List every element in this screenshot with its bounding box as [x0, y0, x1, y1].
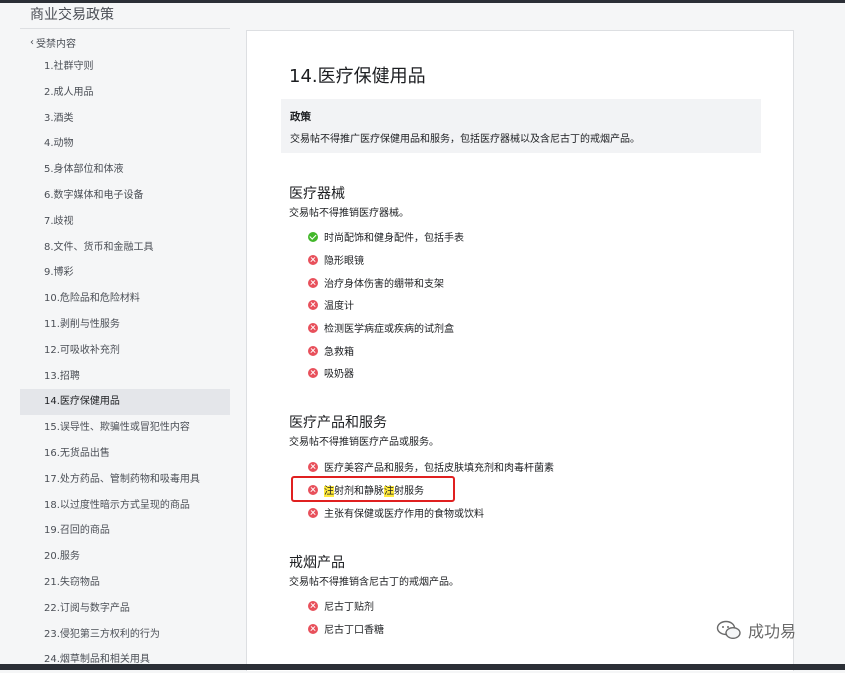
page-header-title: 商业交易政策 — [30, 7, 114, 23]
sidebar-item[interactable]: 15.误导性、欺骗性或冒犯性内容 — [20, 415, 230, 441]
watermark: 成功易 — [716, 618, 796, 642]
x-circle-icon — [308, 600, 318, 611]
policy-text: 交易帖不得推广医疗保健用品和服务，包括医疗器械以及含尼古丁的戒烟产品。 — [290, 134, 640, 145]
sidebar: ‹ 受禁内容 1.社群守则 2.成人用品 3.酒类 4.动物 5.身体部位和体液… — [20, 30, 230, 673]
section-desc: 交易帖不得推销医疗产品或服务。 — [289, 437, 439, 448]
sidebar-item[interactable]: 17.处方药品、管制药物和吸毒用具 — [20, 467, 230, 493]
list-item: 急救箱 — [308, 343, 354, 358]
section-title-medical-devices: 医疗器械 — [289, 186, 345, 202]
list-item: 尼古丁贴剂 — [308, 598, 374, 613]
search-highlight: 注 — [324, 486, 334, 497]
x-circle-icon — [308, 277, 318, 288]
sidebar-item[interactable]: 9.博彩 — [20, 260, 230, 286]
x-circle-icon — [308, 484, 318, 495]
x-circle-icon — [308, 367, 318, 378]
sidebar-item[interactable]: 10.危险品和危险材料 — [20, 286, 230, 312]
sidebar-back-label: 受禁内容 — [36, 38, 76, 50]
policy-label: 政策 — [290, 111, 311, 123]
sidebar-item[interactable]: 5.身体部位和体液 — [20, 157, 230, 183]
x-circle-icon — [308, 254, 318, 265]
list-item: 吸奶器 — [308, 365, 354, 380]
wechat-icon — [716, 620, 741, 640]
sidebar-item[interactable]: 12.可吸收补充剂 — [20, 338, 230, 364]
x-circle-icon — [308, 299, 318, 310]
list-item: 温度计 — [308, 297, 354, 312]
sidebar-item[interactable]: 18.以过度性暗示方式呈现的商品 — [20, 493, 230, 519]
list-item: 检测医学病症或疾病的试剂盒 — [308, 320, 454, 335]
sidebar-item[interactable]: 22.订阅与数字产品 — [20, 596, 230, 622]
search-highlight: 注 — [384, 486, 394, 497]
list-item: 隐形眼镜 — [308, 252, 364, 267]
bottom-window-bar — [0, 664, 845, 670]
top-window-bar — [0, 0, 845, 3]
sidebar-item[interactable]: 21.失窃物品 — [20, 570, 230, 596]
list-item: 医疗美容产品和服务，包括皮肤填充剂和肉毒杆菌素 — [308, 459, 554, 474]
section-desc: 交易帖不得推销医疗器械。 — [289, 208, 409, 219]
list-item: 主张有保健或医疗作用的食物或饮料 — [308, 505, 484, 520]
sidebar-back-link[interactable]: ‹ 受禁内容 — [20, 30, 230, 54]
sidebar-item[interactable]: 7.歧视 — [20, 209, 230, 235]
list-item: 尼古丁口香糖 — [308, 621, 384, 636]
section-title-medical-services: 医疗产品和服务 — [289, 415, 387, 431]
sidebar-item[interactable]: 13.招聘 — [20, 364, 230, 390]
section-title-smoking-cessation: 戒烟产品 — [289, 555, 345, 571]
page-title: 14.医疗保健用品 — [289, 66, 426, 87]
list-item: 时尚配饰和健身配件，包括手表 — [308, 229, 464, 244]
sidebar-item[interactable]: 4.动物 — [20, 131, 230, 157]
watermark-text: 成功易 — [748, 622, 797, 641]
sidebar-item[interactable]: 2.成人用品 — [20, 80, 230, 106]
list-item: 治疗身体伤害的绷带和支架 — [308, 275, 444, 290]
list-item-highlighted: 注射剂和静脉注射服务 — [308, 482, 424, 497]
check-circle-icon — [308, 231, 318, 242]
chevron-left-icon: ‹ — [30, 36, 34, 48]
sidebar-item[interactable]: 23.侵犯第三方权利的行为 — [20, 622, 230, 648]
sidebar-divider — [20, 28, 230, 29]
sidebar-item[interactable]: 1.社群守则 — [20, 54, 230, 80]
x-circle-icon — [308, 623, 318, 634]
sidebar-item[interactable]: 20.服务 — [20, 544, 230, 570]
x-circle-icon — [308, 461, 318, 472]
sidebar-item[interactable]: 3.酒类 — [20, 106, 230, 132]
sidebar-item[interactable]: 19.召回的商品 — [20, 518, 230, 544]
x-circle-icon — [308, 507, 318, 518]
x-circle-icon — [308, 345, 318, 356]
sidebar-item[interactable]: 6.数字媒体和电子设备 — [20, 183, 230, 209]
sidebar-item[interactable]: 11.剥削与性服务 — [20, 312, 230, 338]
section-desc: 交易帖不得推销含尼古丁的戒烟产品。 — [289, 577, 459, 588]
policy-content-card: 14.医疗保健用品 政策 交易帖不得推广医疗保健用品和服务，包括医疗器械以及含尼… — [246, 30, 794, 671]
policy-summary-box: 政策 交易帖不得推广医疗保健用品和服务，包括医疗器械以及含尼古丁的戒烟产品。 — [281, 99, 761, 153]
sidebar-item-active[interactable]: 14.医疗保健用品 — [20, 389, 230, 416]
sidebar-item[interactable]: 16.无货品出售 — [20, 441, 230, 467]
x-circle-icon — [308, 322, 318, 333]
sidebar-item[interactable]: 8.文件、货币和金融工具 — [20, 235, 230, 261]
